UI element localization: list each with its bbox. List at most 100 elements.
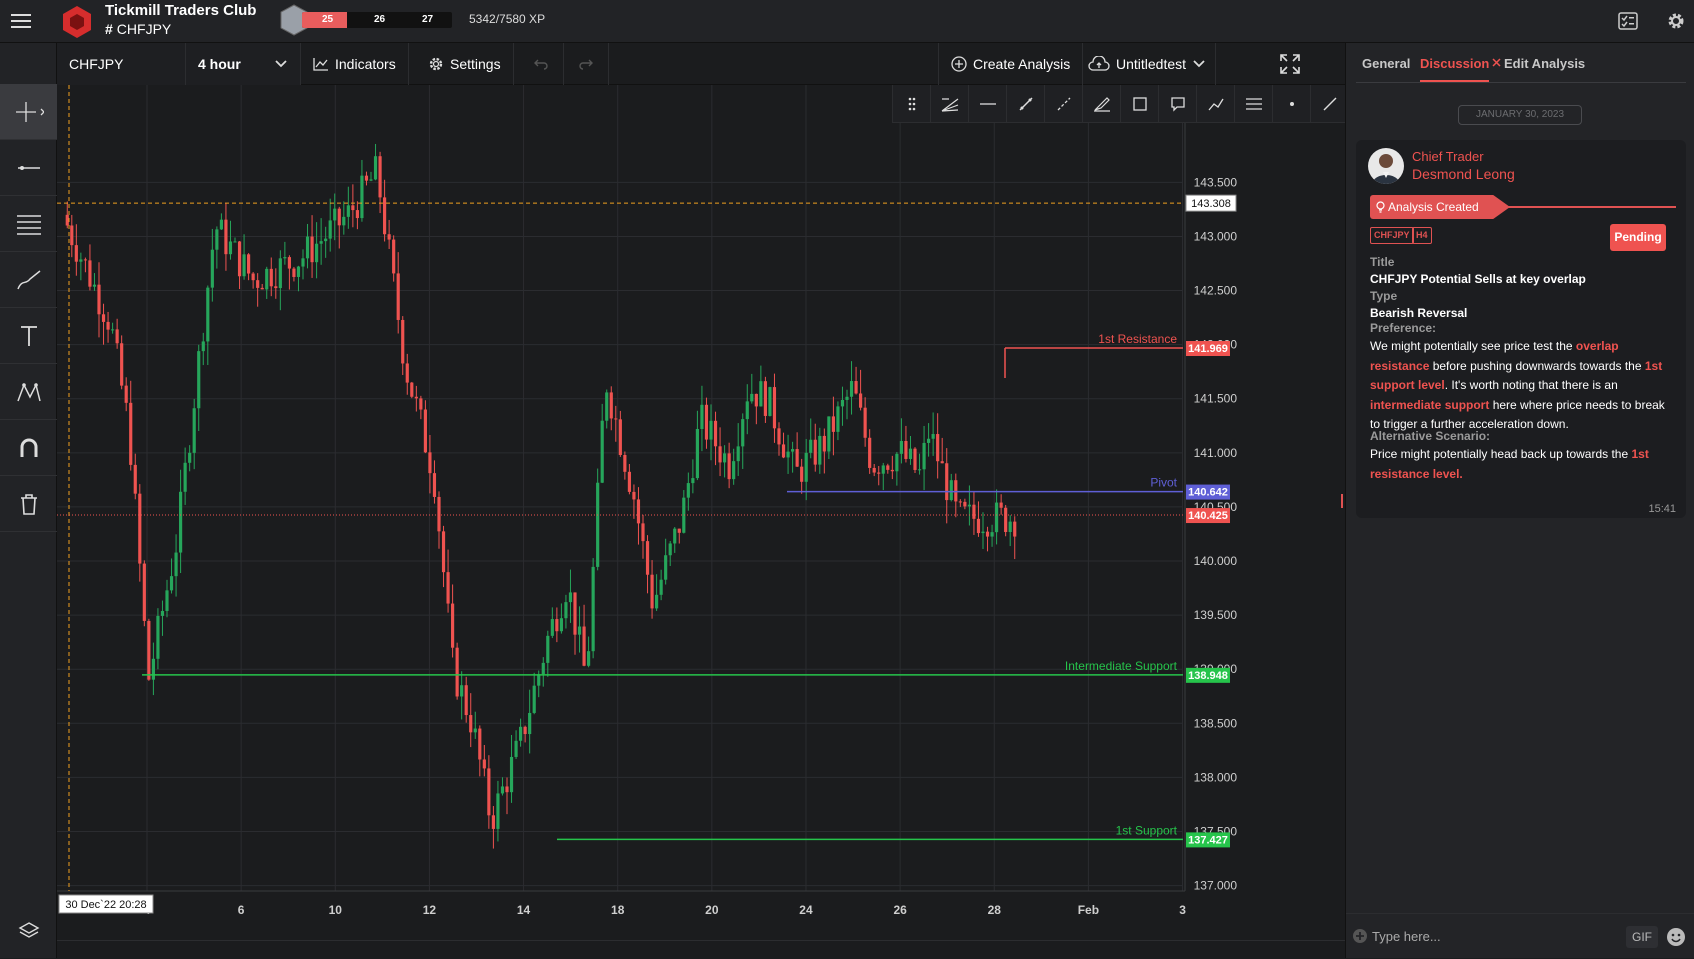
candle-body xyxy=(387,234,391,240)
candle-body xyxy=(138,493,142,564)
candle-body xyxy=(664,555,668,580)
candle-body xyxy=(301,258,305,267)
level-label: 1st Resistance xyxy=(1098,332,1177,346)
candle-body xyxy=(405,363,409,383)
indicators-button[interactable]: Indicators xyxy=(301,43,409,85)
candle-body xyxy=(781,444,786,458)
settings-gear-icon[interactable] xyxy=(1665,10,1687,32)
chevron-down-icon xyxy=(274,59,288,69)
candle-body xyxy=(315,243,319,263)
callout-tool[interactable] xyxy=(1159,85,1197,123)
tab-general[interactable]: General xyxy=(1362,56,1410,71)
candle-body xyxy=(360,175,364,219)
dot-tool[interactable] xyxy=(1273,85,1311,123)
candle-body xyxy=(242,254,246,277)
candle-body xyxy=(201,341,205,352)
level-next: 26 xyxy=(374,14,386,25)
crosshair-tool[interactable] xyxy=(0,84,57,140)
parallel-channel-tool[interactable] xyxy=(1235,85,1273,123)
crosshair-time-label: 30 Dec`22 20:28 xyxy=(65,899,146,911)
candle-body xyxy=(886,465,890,470)
gif-button[interactable]: GIF xyxy=(1626,926,1658,948)
xp-progress-bar: 25 26 27 xyxy=(302,12,452,28)
fib-fan-icon xyxy=(941,96,959,112)
level-price-label: 140.642 xyxy=(1188,487,1228,499)
chart-background xyxy=(57,85,1345,940)
candle-body xyxy=(559,618,563,632)
fullscreen-button[interactable] xyxy=(1265,43,1315,85)
candle-body xyxy=(147,620,151,680)
pattern-tool[interactable] xyxy=(0,364,57,420)
chart-area[interactable]: 143.500143.000142.500142.000141.500141.0… xyxy=(57,85,1345,940)
candle-body xyxy=(673,528,677,544)
message-input[interactable] xyxy=(1372,926,1592,946)
candle-body xyxy=(351,205,355,211)
symbol-selector[interactable]: CHFJPY xyxy=(57,43,186,85)
candle-body xyxy=(269,268,273,287)
candle-body xyxy=(704,404,709,440)
candle-body xyxy=(591,566,595,652)
chart-settings-button[interactable]: Settings xyxy=(416,43,514,85)
candle-body xyxy=(328,220,332,239)
candle-body xyxy=(537,674,541,686)
rectangle-tool[interactable] xyxy=(1121,85,1159,123)
tab-discussion[interactable]: Discussion xyxy=(1420,56,1490,82)
candle-body xyxy=(305,236,310,259)
candle-body xyxy=(106,321,110,330)
text-tool[interactable] xyxy=(0,308,57,364)
candle-body xyxy=(274,286,278,289)
drawing-toolbar xyxy=(892,85,1345,123)
candlestick-chart[interactable]: 143.500143.000142.500142.000141.500141.0… xyxy=(57,85,1345,940)
menu-icon[interactable] xyxy=(8,8,34,34)
layers-button[interactable] xyxy=(0,903,57,959)
candle-body xyxy=(396,273,400,320)
candle-body xyxy=(160,610,165,616)
candle-body xyxy=(827,416,831,452)
candle-body xyxy=(451,603,455,648)
add-attachment-icon[interactable] xyxy=(1352,928,1368,944)
timeframe-tag: H4 xyxy=(1412,227,1432,244)
hline-tool[interactable] xyxy=(969,85,1007,123)
speech-bubble-icon xyxy=(1170,96,1186,112)
close-tab-icon[interactable] xyxy=(1492,58,1501,67)
candle-body xyxy=(659,579,663,595)
candle-body xyxy=(636,499,641,524)
magnet-tool[interactable] xyxy=(0,420,57,476)
brush-tool[interactable] xyxy=(0,252,57,308)
path-tool[interactable] xyxy=(1197,85,1235,123)
candle-body xyxy=(228,241,233,255)
redo-button[interactable] xyxy=(564,43,609,85)
x-tick-label: 12 xyxy=(423,903,437,917)
ray-tool[interactable] xyxy=(1045,85,1083,123)
candle-body xyxy=(133,464,137,494)
channel-label: CHFJPY xyxy=(116,21,172,37)
checklist-icon[interactable] xyxy=(1617,10,1639,32)
candle-body xyxy=(645,541,650,575)
trendline-tool[interactable] xyxy=(1007,85,1045,123)
save-layout-button[interactable]: Untitledtest xyxy=(1076,43,1216,85)
pen-tool[interactable] xyxy=(1083,85,1121,123)
interval-selector[interactable]: 4 hour xyxy=(186,43,301,85)
candle-body xyxy=(822,435,826,452)
candle-body xyxy=(763,381,767,416)
create-analysis-button[interactable]: Create Analysis xyxy=(938,43,1084,85)
candle-body xyxy=(464,685,468,716)
line-segment-tool[interactable] xyxy=(1311,85,1349,123)
tab-edit-analysis[interactable]: Edit Analysis xyxy=(1504,56,1585,71)
channel-name[interactable]: # CHFJPY xyxy=(105,21,171,37)
analysis-created-badge: Analysis Created xyxy=(1370,195,1510,219)
fib-fan-tool[interactable] xyxy=(931,85,969,123)
emoji-icon[interactable] xyxy=(1666,927,1686,947)
undo-button[interactable] xyxy=(519,43,564,85)
candle-body xyxy=(564,602,568,619)
author-name[interactable]: Desmond Leong xyxy=(1412,166,1515,182)
candle-body xyxy=(668,543,672,556)
candle-body xyxy=(324,238,328,242)
horizontal-line-tool[interactable] xyxy=(0,140,57,196)
candle-body xyxy=(741,419,745,447)
remove-drawings-button[interactable] xyxy=(0,476,57,532)
fib-lines-tool[interactable] xyxy=(0,196,57,252)
y-tick-label: 141.000 xyxy=(1194,446,1238,460)
drag-handle[interactable] xyxy=(893,85,931,123)
candle-body xyxy=(985,531,990,537)
